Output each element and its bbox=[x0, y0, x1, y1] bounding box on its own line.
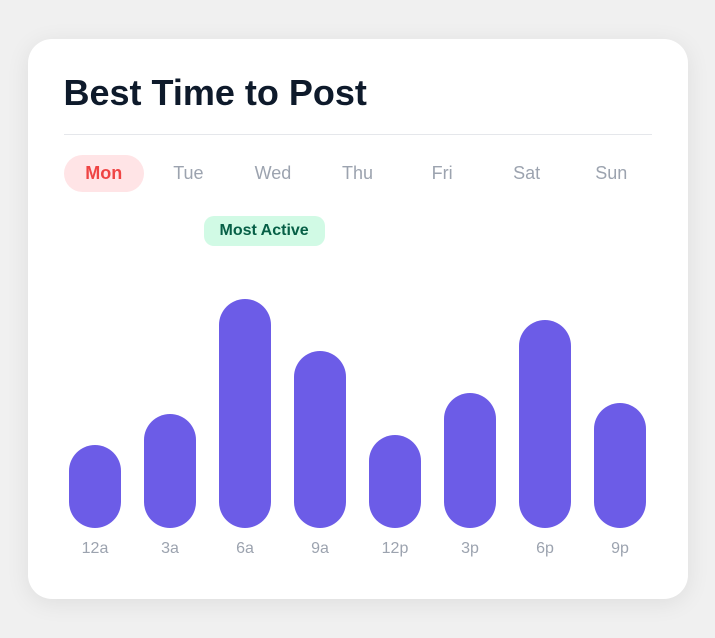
day-tab-tue[interactable]: Tue bbox=[148, 155, 229, 192]
x-label-12a: 12a bbox=[64, 540, 127, 558]
day-tabs: MonTueWedThuFriSatSun bbox=[64, 155, 652, 192]
x-label-3a: 3a bbox=[139, 540, 202, 558]
bar-6p bbox=[519, 320, 571, 528]
bar-col-9a bbox=[289, 268, 352, 528]
bar-3a bbox=[144, 414, 196, 528]
bar-col-3p bbox=[439, 268, 502, 528]
x-label-6p: 6p bbox=[514, 540, 577, 558]
divider bbox=[64, 134, 652, 135]
bar-12a bbox=[69, 445, 121, 528]
x-label-9p: 9p bbox=[589, 540, 652, 558]
best-time-card: Best Time to Post MonTueWedThuFriSatSun … bbox=[28, 39, 688, 599]
bar-3p bbox=[444, 393, 496, 528]
day-tab-sat[interactable]: Sat bbox=[486, 155, 567, 192]
x-label-6a: 6a bbox=[214, 540, 277, 558]
bar-9p bbox=[594, 403, 646, 528]
x-labels: 12a 3a 6a 9a 12p 3p 6p 9p bbox=[64, 540, 652, 558]
day-tab-thu[interactable]: Thu bbox=[317, 155, 398, 192]
bar-col-12p bbox=[364, 268, 427, 528]
bar-col-9p bbox=[589, 268, 652, 528]
chart-area: Most Active 12a 3a 6a 9a 12p 3p 6p 9p bbox=[64, 216, 652, 558]
bar-col-6a bbox=[214, 268, 277, 528]
day-tab-wed[interactable]: Wed bbox=[233, 155, 314, 192]
x-label-3p: 3p bbox=[439, 540, 502, 558]
card-title: Best Time to Post bbox=[64, 71, 652, 114]
x-label-12p: 12p bbox=[364, 540, 427, 558]
bar-6a bbox=[219, 299, 271, 528]
day-tab-sun[interactable]: Sun bbox=[571, 155, 652, 192]
bar-col-3a bbox=[139, 268, 202, 528]
x-label-9a: 9a bbox=[289, 540, 352, 558]
bar-12p bbox=[369, 435, 421, 529]
bars-row bbox=[64, 268, 652, 528]
bar-col-6p bbox=[514, 268, 577, 528]
most-active-badge: Most Active bbox=[204, 216, 325, 246]
bar-9a bbox=[294, 351, 346, 528]
day-tab-mon[interactable]: Mon bbox=[64, 155, 145, 192]
day-tab-fri[interactable]: Fri bbox=[402, 155, 483, 192]
bar-col-12a bbox=[64, 268, 127, 528]
